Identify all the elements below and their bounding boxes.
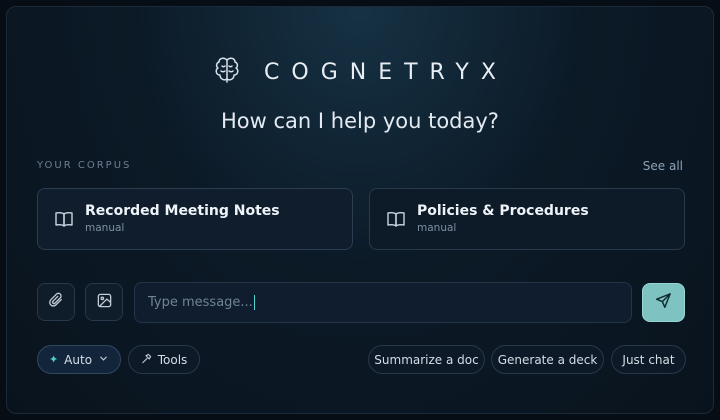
book-icon — [54, 209, 74, 229]
tools-label: Tools — [157, 352, 188, 367]
app-window: COGNETRYX How can I help you today? YOUR… — [6, 6, 714, 414]
corpus-card-policies[interactable]: Policies & Procedures manual — [369, 188, 685, 250]
brain-icon — [212, 55, 242, 89]
corpus-card-title: Policies & Procedures — [417, 203, 589, 219]
image-icon — [96, 292, 113, 313]
attach-button[interactable] — [37, 283, 75, 321]
see-all-link[interactable]: See all — [643, 159, 683, 173]
hammer-icon — [141, 353, 152, 367]
text-caret — [253, 295, 256, 310]
corpus-card-meeting-notes[interactable]: Recorded Meeting Notes manual — [37, 188, 353, 250]
mode-selector[interactable]: ✦ Auto — [37, 345, 121, 374]
message-placeholder: Type message... — [148, 295, 253, 310]
paperclip-icon — [48, 292, 65, 313]
generate-deck-button[interactable]: Generate a deck — [491, 345, 604, 374]
mode-label: Auto — [64, 352, 93, 367]
corpus-card-title: Recorded Meeting Notes — [85, 203, 280, 219]
summarize-doc-button[interactable]: Summarize a doc — [368, 345, 485, 374]
message-input[interactable]: Type message... — [134, 282, 632, 323]
just-chat-button[interactable]: Just chat — [611, 345, 686, 374]
image-upload-button[interactable] — [85, 283, 123, 321]
brand-header: COGNETRYX — [7, 55, 713, 89]
greeting-heading: How can I help you today? — [221, 109, 499, 133]
sparkle-icon: ✦ — [48, 353, 59, 366]
corpus-card-subtitle: manual — [417, 222, 457, 234]
tools-button[interactable]: Tools — [128, 345, 200, 374]
book-icon — [386, 209, 406, 229]
chevron-down-icon — [98, 353, 109, 367]
send-button[interactable] — [642, 283, 685, 322]
send-icon — [655, 292, 672, 313]
corpus-section-title: YOUR CORPUS — [37, 160, 132, 171]
corpus-card-subtitle: manual — [85, 222, 125, 234]
brand-name: COGNETRYX — [264, 59, 508, 85]
